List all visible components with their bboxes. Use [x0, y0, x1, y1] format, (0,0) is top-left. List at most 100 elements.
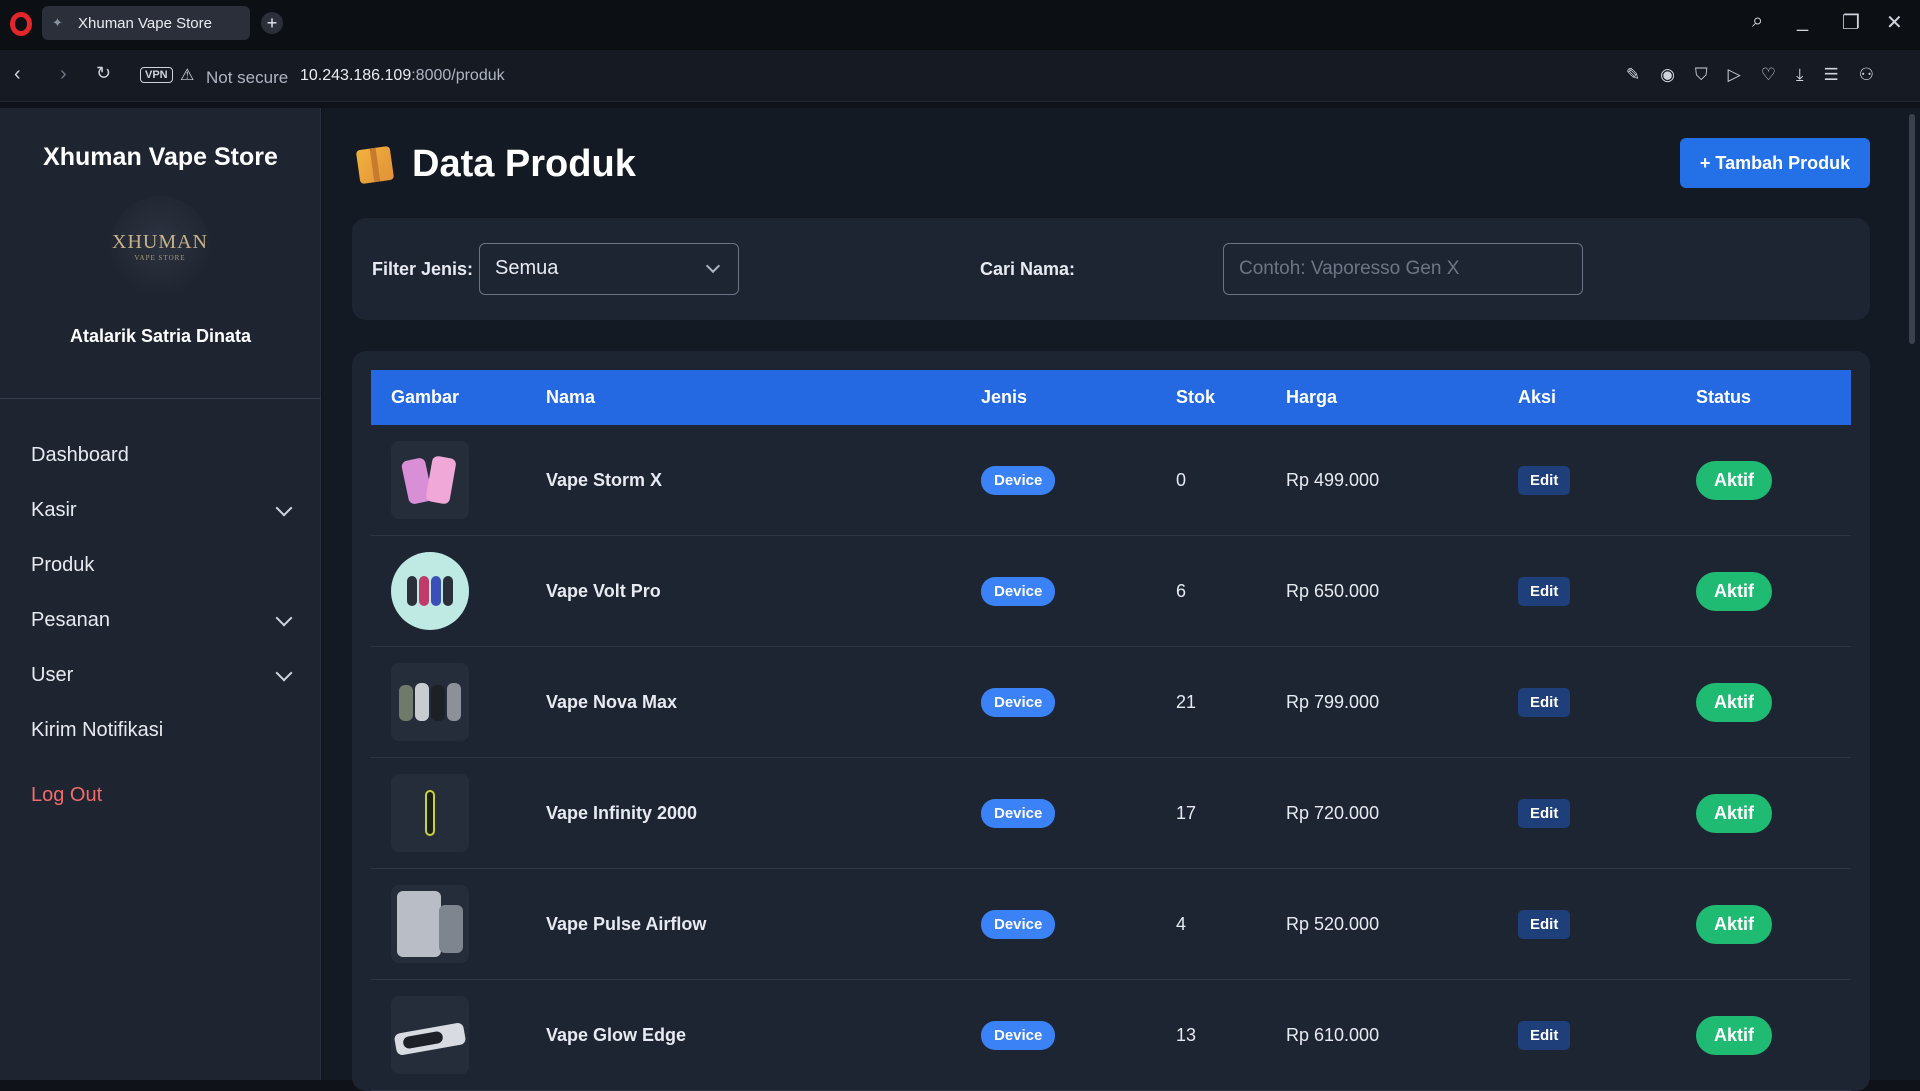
sidebar-item-kirim-notifikasi[interactable]: Kirim Notifikasi	[0, 703, 321, 758]
package-icon	[355, 145, 395, 184]
jenis-badge: Device	[981, 576, 1056, 606]
edit-icon[interactable]: ✎	[1626, 65, 1640, 85]
brand-name: Xhuman Vape Store	[43, 143, 278, 171]
product-price: Rp 720.000	[1286, 802, 1380, 823]
toolbar-icons: ✎ ◉ ⛉ ▷ ♡ ⤓ ☰ ⚇	[1626, 65, 1874, 85]
address-bar: ‹ › ↻ VPN ⚠ Not secure 10.243.186.109:80…	[0, 50, 1920, 144]
chevron-down-icon	[275, 609, 293, 626]
play-icon[interactable]: ▷	[1728, 65, 1741, 85]
sidebar-item-label: User	[31, 664, 74, 686]
status-badge[interactable]: Aktif	[1696, 904, 1772, 944]
back-icon[interactable]: ‹	[14, 63, 21, 86]
product-table-panel: Gambar Nama Jenis Stok Harga Aksi Status…	[352, 351, 1870, 1091]
new-tab-button[interactable]: +	[261, 12, 283, 34]
logout-link[interactable]: Log Out	[0, 768, 321, 823]
table-row: Vape Pulse Airflow Device 4 Rp 520.000 E…	[371, 869, 1851, 980]
jenis-badge: Device	[981, 909, 1056, 939]
sidebar-item-label: Kasir	[31, 499, 77, 521]
scrollbar-thumb[interactable]	[1909, 114, 1915, 344]
status-badge[interactable]: Aktif	[1696, 793, 1772, 833]
table-row: Vape Storm X Device 0 Rp 499.000 Edit Ak…	[371, 425, 1851, 536]
product-price: Rp 610.000	[1286, 1024, 1380, 1045]
product-stock: 17	[1176, 802, 1197, 823]
filter-jenis-value: Semua	[495, 257, 559, 279]
tab-favicon-icon: ✦	[52, 15, 63, 30]
product-price: Rp 520.000	[1286, 913, 1380, 934]
sidebar-item-user[interactable]: User	[0, 648, 321, 703]
status-badge[interactable]: Aktif	[1696, 571, 1772, 611]
product-stock: 0	[1176, 469, 1187, 490]
sidebar: Xhuman Vape Store XHUMAN VAPE STORE Atal…	[0, 108, 321, 1080]
sidebar-divider	[0, 398, 321, 399]
minimize-icon[interactable]: _	[1797, 10, 1808, 33]
edit-button[interactable]: Edit	[1518, 576, 1571, 606]
sidebar-item-produk[interactable]: Produk	[0, 538, 321, 593]
url-host: 10.243.186.109	[300, 67, 412, 84]
heart-icon[interactable]: ♡	[1761, 65, 1776, 85]
jenis-badge: Device	[981, 687, 1056, 717]
product-image	[391, 996, 469, 1074]
filter-jenis-select[interactable]: Semua	[479, 243, 739, 295]
col-header-nama: Nama	[546, 387, 596, 407]
table-row: Vape Volt Pro Device 6 Rp 650.000 Edit A…	[371, 536, 1851, 647]
security-status[interactable]: Not secure	[206, 68, 288, 88]
search-icon[interactable]: ⌕	[1752, 10, 1763, 33]
page-title-text: Data Produk	[412, 143, 636, 185]
warning-icon: ⚠	[180, 67, 195, 84]
col-header-status: Status	[1696, 387, 1752, 407]
status-badge[interactable]: Aktif	[1696, 1015, 1772, 1055]
chevron-down-icon	[275, 664, 293, 681]
sidebar-item-label: Dashboard	[31, 444, 129, 466]
url-field[interactable]: 10.243.186.109:8000/produk	[300, 67, 505, 85]
restore-icon[interactable]: ❐	[1842, 10, 1860, 35]
sidebar-item-pesanan[interactable]: Pesanan	[0, 593, 321, 648]
add-product-button[interactable]: + Tambah Produk	[1680, 138, 1870, 188]
col-header-stok: Stok	[1176, 387, 1216, 407]
chevron-down-icon	[705, 258, 721, 274]
status-badge[interactable]: Aktif	[1696, 682, 1772, 722]
sidebar-item-label: Pesanan	[31, 609, 110, 631]
opera-logo-icon[interactable]	[10, 12, 32, 36]
filter-jenis-label: Filter Jenis:	[372, 259, 474, 279]
table-header: Gambar Nama Jenis Stok Harga Aksi Status	[371, 370, 1851, 425]
jenis-badge: Device	[981, 798, 1056, 828]
browser-tab[interactable]: ✦ Xhuman Vape Store	[42, 6, 250, 40]
camera-icon[interactable]: ◉	[1660, 65, 1675, 85]
vpn-badge[interactable]: VPN	[140, 67, 173, 83]
close-icon[interactable]: ✕	[1886, 10, 1903, 35]
col-header-gambar: Gambar	[391, 387, 460, 407]
product-name: Vape Volt Pro	[546, 580, 661, 601]
edit-button[interactable]: Edit	[1518, 909, 1571, 939]
table-row: Vape Infinity 2000 Device 17 Rp 720.000 …	[371, 758, 1851, 869]
jenis-badge: Device	[981, 1020, 1056, 1050]
edit-button[interactable]: Edit	[1518, 687, 1571, 717]
logo-subtext: VAPE STORE	[134, 253, 186, 262]
edit-button[interactable]: Edit	[1518, 798, 1571, 828]
product-image	[391, 885, 469, 963]
forward-icon[interactable]: ›	[60, 63, 67, 86]
edit-button[interactable]: Edit	[1518, 465, 1571, 495]
sidebar-item-dashboard[interactable]: Dashboard	[0, 428, 321, 483]
browser-tab-bar: ✦ Xhuman Vape Store + ⌕ _ ❐ ✕	[0, 0, 1920, 50]
status-badge[interactable]: Aktif	[1696, 460, 1772, 500]
edit-button[interactable]: Edit	[1518, 1020, 1571, 1050]
product-name: Vape Nova Max	[546, 691, 678, 712]
profile-icon[interactable]: ⚇	[1859, 65, 1874, 85]
product-name: Vape Pulse Airflow	[546, 913, 707, 934]
jenis-badge: Device	[981, 465, 1056, 495]
search-name-input[interactable]: Contoh: Vaporesso Gen X	[1223, 243, 1583, 295]
product-stock: 4	[1176, 913, 1187, 934]
reload-icon[interactable]: ↻	[96, 63, 111, 84]
product-price: Rp 650.000	[1286, 580, 1380, 601]
shield-icon[interactable]: ⛉	[1695, 65, 1708, 85]
product-image	[391, 663, 469, 741]
sidebar-item-label: Kirim Notifikasi	[31, 719, 164, 741]
table-body: Vape Storm X Device 0 Rp 499.000 Edit Ak…	[371, 425, 1851, 1091]
col-header-aksi: Aksi	[1518, 387, 1557, 407]
menu-icon[interactable]: ☰	[1824, 65, 1839, 85]
download-icon[interactable]: ⤓	[1796, 65, 1804, 85]
product-price: Rp 499.000	[1286, 469, 1380, 490]
logo-text: XHUMAN	[112, 230, 208, 253]
sidebar-item-kasir[interactable]: Kasir	[0, 483, 321, 538]
product-name: Vape Storm X	[546, 469, 663, 490]
